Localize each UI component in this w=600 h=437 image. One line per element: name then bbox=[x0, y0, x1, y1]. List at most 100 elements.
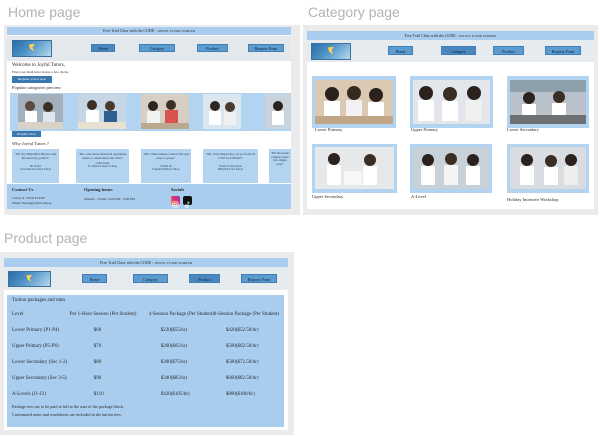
popular-categories-title: Popular categories preview bbox=[12, 85, 61, 90]
col-1hr: Per 1-Hour Session (Per Student) bbox=[69, 311, 137, 317]
nav-home[interactable]: Home bbox=[82, 274, 107, 283]
row-level: Lower Primary (P1-P4) bbox=[12, 327, 60, 333]
testimonial-2-school: St. Andrew's Junior College bbox=[88, 165, 117, 168]
testimonial-3-school: Edgefield Primary School bbox=[152, 168, 180, 171]
category-card-upper-primary[interactable] bbox=[410, 76, 493, 128]
preview-photo-5-image bbox=[265, 94, 291, 129]
testimonial-4-school: Bukit Batok Sec School bbox=[218, 168, 243, 171]
preview-photo-1-image bbox=[18, 94, 63, 129]
enquire-now-button[interactable]: Enquire Now bbox=[12, 131, 41, 137]
category-photo-upper-secondary bbox=[315, 147, 394, 189]
product-page: Free Trail Class with the CODE : JOYFUL … bbox=[4, 258, 288, 430]
category-card-upper-secondary[interactable] bbox=[312, 144, 397, 193]
rates-header-row: Level Per 1-Hour Session (Per Student) 4… bbox=[12, 306, 279, 322]
row-1hr: $70 bbox=[93, 343, 102, 349]
nav-request-form[interactable]: Request Form bbox=[248, 44, 284, 52]
testimonial-4-quote: "Ms. Chia helped my son go from C6 to B3… bbox=[205, 152, 256, 160]
nav-category[interactable]: Category bbox=[139, 44, 175, 52]
row-8session: $800($100/hr) bbox=[225, 391, 255, 397]
nav-home[interactable]: Home bbox=[91, 44, 115, 52]
product-frame-label: Product page bbox=[4, 230, 88, 246]
logo-mark-icon bbox=[28, 43, 35, 52]
package-note-2: Customized notes and worksheets are incl… bbox=[12, 412, 122, 417]
nav-category[interactable]: Category bbox=[441, 46, 476, 55]
preview-photo-2-image bbox=[78, 94, 126, 129]
category-card-lower-primary[interactable] bbox=[312, 76, 396, 128]
banner-code: JOYFUL TUTOR STARTER bbox=[154, 261, 192, 265]
site-logo[interactable] bbox=[311, 43, 351, 60]
preview-photo-5[interactable] bbox=[265, 94, 291, 129]
row-1hr: $80 bbox=[93, 359, 102, 365]
preview-photo-1[interactable] bbox=[18, 94, 63, 129]
contact-title: Contact Us bbox=[12, 187, 34, 192]
table-row: Lower Secondary (Sec 1-2) $80 $300($75/h… bbox=[12, 354, 279, 370]
testimonial-5-quote: "Mr Tan breaks complex ideas into simple… bbox=[270, 151, 290, 166]
row-1hr: $90 bbox=[93, 375, 102, 381]
home-page: Free Trail Class with the CODE : JOYFUL … bbox=[7, 27, 291, 209]
nav-request-form[interactable]: Request Form bbox=[241, 274, 277, 283]
testimonial-2-quote: "Ms. Goh made historical arguments easie… bbox=[78, 152, 127, 160]
category-page: Free Trail Class with the CODE : JOYFUL … bbox=[307, 31, 594, 209]
row-8session: $420($52.50/hr) bbox=[225, 327, 259, 333]
category-photo-holiday-workshop bbox=[510, 147, 586, 189]
row-4session: $220($55/hr) bbox=[160, 327, 188, 333]
logo-mark-icon bbox=[327, 46, 334, 55]
table-row: Upper Secondary (Sec 3-5) $90 $340($85/h… bbox=[12, 370, 279, 386]
promo-banner: Free Trail Class with the CODE : JOYFUL … bbox=[7, 27, 291, 35]
home-footer: Contact Us Call us at +65 6123 4567 Emai… bbox=[7, 184, 291, 209]
category-card-lower-secondary[interactable] bbox=[507, 76, 589, 128]
row-level: Upper Secondary (Sec 3-5) bbox=[12, 375, 67, 381]
nav-request-form[interactable]: Request Form bbox=[545, 46, 581, 55]
promo-banner: Free Trail Class with the CODE : JOYFUL … bbox=[307, 31, 594, 40]
row-8session: $500($62.50/hr) bbox=[225, 343, 259, 349]
package-note-1: Package fees are to be paid in full at t… bbox=[12, 404, 124, 409]
preview-photo-3-image bbox=[141, 94, 189, 129]
testimonial-3-quote: "Mrs. Hana makes science fun and easy to… bbox=[143, 152, 189, 160]
site-logo[interactable] bbox=[12, 40, 52, 57]
tiktok-icon[interactable] bbox=[183, 196, 192, 208]
nav-category[interactable]: Category bbox=[133, 274, 168, 283]
site-logo[interactable] bbox=[8, 271, 51, 287]
navbar: Home Category Product Request Form bbox=[7, 36, 291, 61]
why-title: Why Joyful Tutors ? bbox=[12, 141, 49, 146]
banner-text: Free Trail Class with the CODE : bbox=[100, 260, 155, 265]
category-photo-lower-primary bbox=[315, 80, 393, 124]
navbar: Home Category Product Request Form bbox=[4, 267, 288, 290]
category-card-a-level[interactable] bbox=[410, 144, 492, 193]
instagram-icon[interactable] bbox=[171, 196, 180, 208]
category-frame-label: Category page bbox=[308, 4, 400, 20]
testimonial-card-2: "Ms. Goh made historical arguments easie… bbox=[76, 149, 129, 183]
col-level: Level bbox=[12, 311, 24, 317]
nav-product[interactable]: Product bbox=[197, 44, 228, 52]
testimonial-1-quote: "Mr Ng Simplified Physics and Boosted my… bbox=[14, 152, 57, 160]
row-level: Upper Primary (P5-P6) bbox=[12, 343, 59, 349]
preview-photo-4[interactable] bbox=[203, 94, 241, 129]
row-8session: $660($82.50/hr) bbox=[225, 375, 259, 381]
category-card-holiday-workshop[interactable] bbox=[507, 144, 589, 193]
banner-text: Free Trail Class with the CODE : bbox=[103, 28, 158, 33]
row-8session: $580($72.50/hr) bbox=[225, 359, 259, 365]
table-row: Lower Primary (P1-P4) $60 $220($55/hr) $… bbox=[12, 322, 279, 338]
logo-mark-icon bbox=[26, 274, 33, 282]
nav-product[interactable]: Product bbox=[189, 274, 220, 283]
table-row: Upper Primary (P5-P6) $70 $260($65/hr) $… bbox=[12, 338, 279, 354]
nav-home[interactable]: Home bbox=[388, 46, 413, 55]
row-4session: $260($65/hr) bbox=[160, 343, 188, 349]
banner-code: JOYFUL TUTOR STARTER bbox=[458, 34, 497, 38]
socials-title: Socials bbox=[171, 187, 185, 192]
request-tutor-button[interactable]: Request a tutor now bbox=[12, 76, 52, 83]
hours-text: Monday – Friday: 2:00 PM – 9:00 PM bbox=[84, 197, 135, 201]
contact-email: Email: Tutors@joyful.com.sg bbox=[12, 201, 52, 205]
contact-phone: Call us at +65 6123 4567 bbox=[12, 196, 46, 200]
preview-photo-3[interactable] bbox=[141, 94, 189, 129]
preview-photo-2[interactable] bbox=[78, 94, 126, 129]
row-1hr: $60 bbox=[93, 327, 102, 333]
category-label-a-level: A-Level bbox=[411, 194, 426, 199]
welcome-subtitle: Find your ideal tutor in just a few clic… bbox=[12, 70, 69, 74]
nav-product[interactable]: Product bbox=[493, 46, 524, 55]
category-label-upper-primary: Upper Primary bbox=[411, 127, 438, 132]
table-row: A-Levels (J1-J2) $110 $420($105/hr) $800… bbox=[12, 386, 279, 402]
home-frame-label: Home page bbox=[8, 4, 81, 20]
category-photo-a-level bbox=[413, 147, 489, 189]
row-1hr: $110 bbox=[93, 391, 104, 397]
